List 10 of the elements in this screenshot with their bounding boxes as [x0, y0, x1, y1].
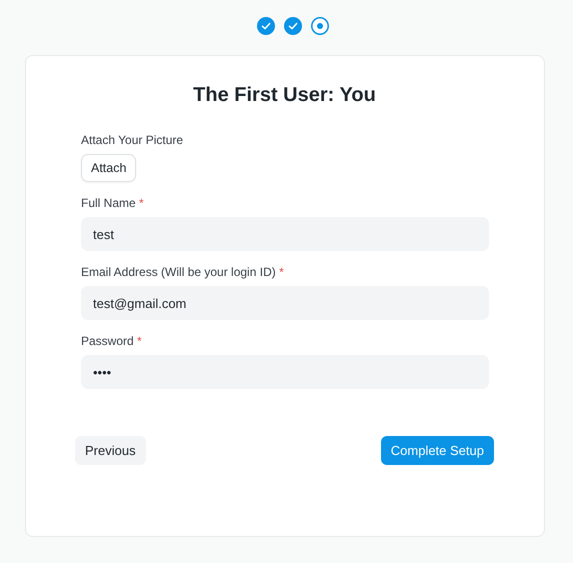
field-label: Full Name * [81, 196, 145, 210]
input-field[interactable]: test [81, 217, 489, 251]
input-field[interactable]: •••• [81, 355, 489, 389]
attach-button[interactable]: Attach [81, 154, 136, 182]
field-label: Email Address (Will be your login ID) * [81, 265, 285, 279]
input-field[interactable]: test@gmail.com [81, 286, 489, 320]
field-label: Password * [81, 334, 143, 348]
previous-button[interactable]: Previous [75, 436, 146, 465]
card-title: The First User: You [192, 84, 377, 107]
field-label: Attach Your Picture [81, 133, 184, 147]
